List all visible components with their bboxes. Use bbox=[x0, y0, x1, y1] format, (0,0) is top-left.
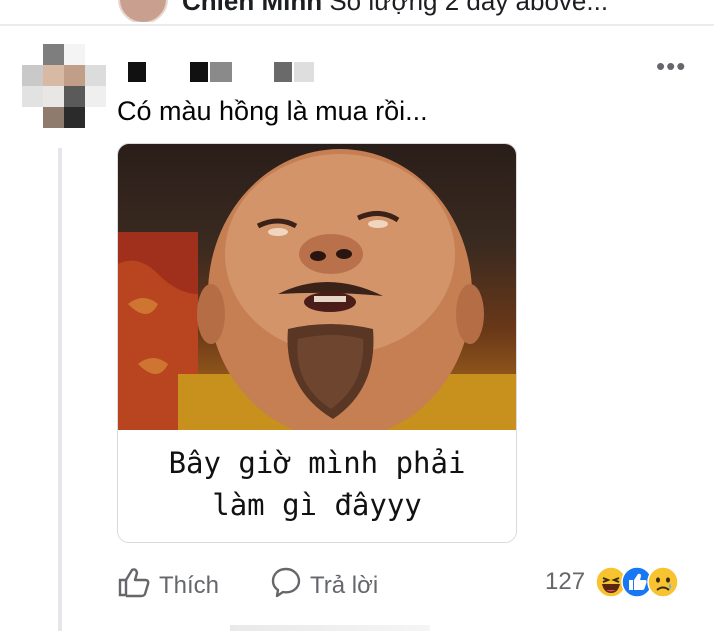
comment-actions: Thích Trả lời 127 bbox=[117, 566, 697, 602]
speech-bubble-icon bbox=[270, 566, 302, 605]
previous-comment-avatar[interactable] bbox=[118, 0, 168, 22]
next-comment-preview bbox=[230, 625, 430, 631]
previous-comment-author[interactable]: Chiến Minh bbox=[182, 0, 322, 16]
reaction-count: 127 bbox=[545, 568, 586, 595]
previous-comment-body: Số lượng 2 dây above... bbox=[329, 0, 609, 16]
divider bbox=[0, 24, 714, 26]
reply-label: Trả lời bbox=[310, 571, 379, 599]
meme-image[interactable]: Bây giờ mình phải làm gì đâyyy bbox=[117, 143, 517, 543]
avatar[interactable] bbox=[22, 44, 106, 128]
meme-photo bbox=[118, 144, 516, 430]
like-button[interactable]: Thích bbox=[117, 566, 219, 605]
sad-emoji-icon bbox=[647, 566, 679, 598]
previous-comment-text: Chiến Minh Số lượng 2 dây above... bbox=[182, 0, 608, 17]
reply-button[interactable]: Trả lời bbox=[270, 566, 378, 605]
more-options-icon[interactable]: ••• bbox=[656, 53, 686, 79]
author-name-redacted[interactable] bbox=[128, 62, 328, 82]
like-label: Thích bbox=[159, 571, 220, 599]
meme-caption-line-2: làm gì đâyyy bbox=[212, 488, 422, 522]
meme-caption: Bây giờ mình phải làm gì đâyyy bbox=[118, 430, 516, 542]
reactions-summary[interactable]: 127 bbox=[545, 566, 679, 598]
meme-caption-line-1: Bây giờ mình phải bbox=[168, 446, 466, 480]
thread-line bbox=[58, 148, 62, 631]
thumbs-up-icon bbox=[117, 566, 151, 605]
previous-comment: Chiến Minh Số lượng 2 dây above... bbox=[0, 0, 714, 22]
comment-text: Có màu hồng là mua rồi... bbox=[117, 96, 428, 126]
